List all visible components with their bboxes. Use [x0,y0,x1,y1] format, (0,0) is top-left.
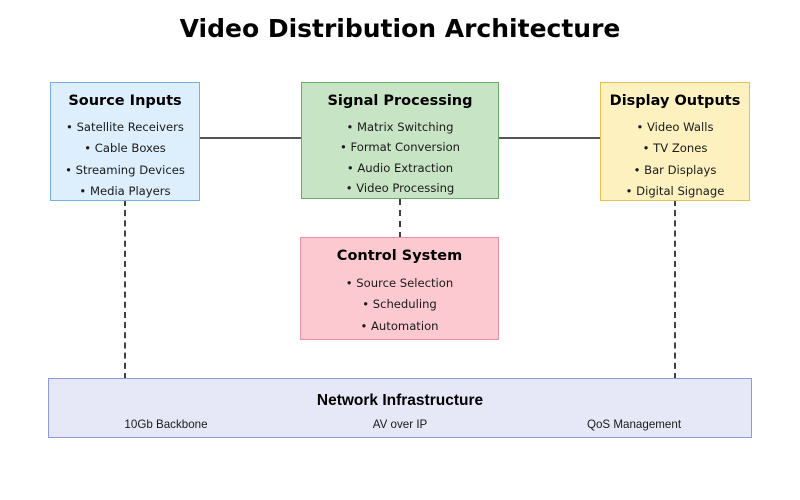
connector-signal-to-control [399,199,401,238]
list-item: • TV Zones [642,141,708,156]
node-signal-processing[interactable]: Signal Processing • Matrix Switching • F… [301,82,499,199]
list-item: • Format Conversion [339,140,461,155]
architecture-diagram: Video Distribution Architecture Source I… [0,0,800,500]
node-item-list: • Video Walls • TV Zones • Bar Displays … [601,119,749,199]
node-title: Signal Processing [327,93,473,109]
list-item: • Streaming Devices [65,162,185,177]
list-item: • Audio Extraction [346,160,454,175]
list-item: • Automation [360,318,439,333]
node-item-list: • Matrix Switching • Format Conversion •… [302,119,498,196]
network-sublabel: 10Gb Backbone [124,418,208,431]
list-item: • Digital Signage [625,184,725,199]
list-item: • Scheduling [362,297,437,312]
network-sublabel: QoS Management [586,418,682,431]
diagram-title: Video Distribution Architecture [179,14,621,43]
connector-display-to-network [674,200,676,379]
node-control-system[interactable]: Control System • Source Selection • Sche… [300,237,499,340]
connector-source-to-signal [199,137,303,140]
list-item: • Cable Boxes [84,141,166,156]
connector-source-to-network [124,200,126,379]
node-source-inputs[interactable]: Source Inputs • Satellite Receivers • Ca… [50,82,200,201]
list-item: • Video Processing [345,181,455,196]
list-item: • Satellite Receivers [66,119,184,134]
network-sublabel-row: 10Gb Backbone AV over IP QoS Management [49,418,751,431]
node-title: Source Inputs [68,93,182,109]
node-title: Control System [336,248,463,264]
node-item-list: • Source Selection • Scheduling • Automa… [301,275,498,333]
list-item: • Matrix Switching [346,119,454,134]
list-item: • Source Selection [345,275,454,290]
network-sublabel: AV over IP [372,418,428,431]
connector-signal-to-display [497,137,601,140]
node-title: Network Infrastructure [316,392,484,409]
list-item: • Video Walls [636,119,714,134]
node-title: Display Outputs [609,93,741,109]
list-item: • Bar Displays [633,162,717,177]
list-item: • Media Players [79,184,171,199]
node-item-list: • Satellite Receivers • Cable Boxes • St… [51,119,199,199]
node-network-infrastructure[interactable]: Network Infrastructure 10Gb Backbone AV … [48,378,752,438]
node-display-outputs[interactable]: Display Outputs • Video Walls • TV Zones… [600,82,750,201]
